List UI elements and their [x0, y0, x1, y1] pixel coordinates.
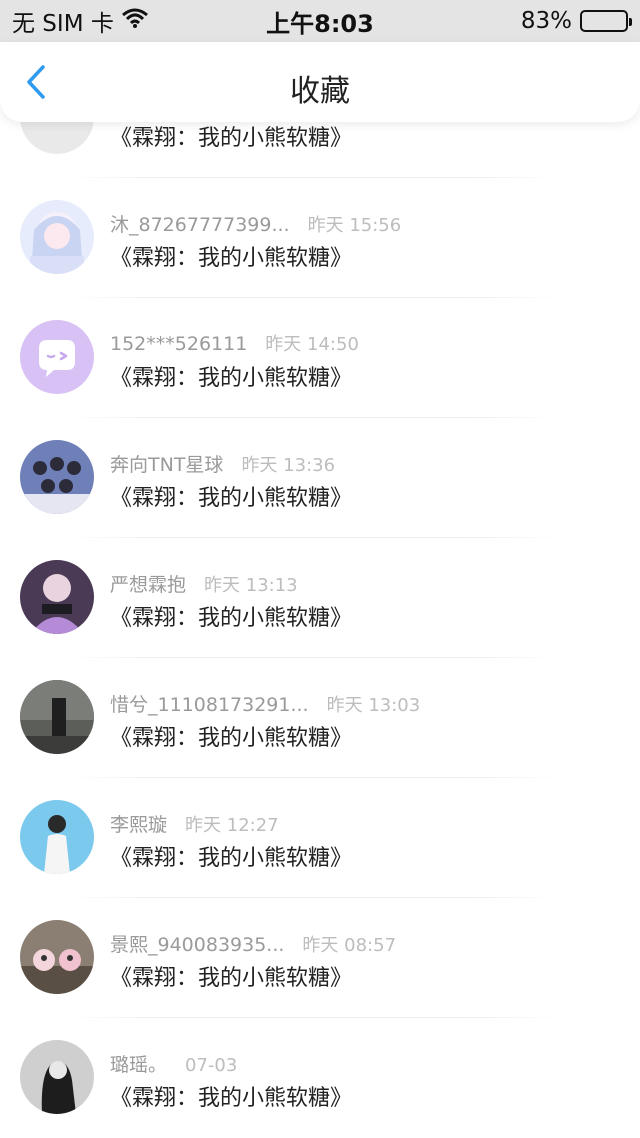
favorites-list: 《霖翔：我的小熊软糖》 沐_87267777399... 昨天 15:56 《霖… — [0, 58, 640, 1138]
user-name: 景熙_940083935... — [110, 934, 285, 956]
status-right: 83% — [520, 8, 632, 34]
item-meta: 璐瑶。 07-03 — [110, 1050, 237, 1077]
work-title: 《霖翔：我的小熊软糖》 — [110, 846, 353, 871]
wifi-icon — [121, 8, 148, 34]
navigation-bar: 收藏 — [0, 42, 640, 122]
user-name: 奔向TNT星球 — [110, 454, 224, 476]
list-item[interactable]: 152***526111 昨天 14:50 《霖翔：我的小熊软糖》 — [0, 298, 640, 418]
work-title: 《霖翔：我的小熊软糖》 — [110, 246, 353, 271]
avatar[interactable] — [20, 560, 94, 634]
work-title: 《霖翔：我的小熊软糖》 — [110, 486, 353, 511]
avatar[interactable] — [20, 800, 94, 874]
item-meta: 152***526111 昨天 14:50 — [110, 330, 359, 356]
timestamp: 昨天 08:57 — [302, 935, 397, 956]
timestamp: 昨天 14:50 — [265, 334, 359, 355]
work-title: 《霖翔：我的小熊软糖》 — [110, 1086, 353, 1111]
user-name: 璐瑶。 — [110, 1054, 168, 1076]
item-meta: 沐_87267777399... 昨天 15:56 — [110, 210, 401, 237]
work-title: 《霖翔：我的小熊软糖》 — [110, 366, 353, 391]
list-item[interactable]: 璐瑶。 07-03 《霖翔：我的小熊软糖》 — [0, 1018, 640, 1138]
timestamp: 昨天 12:27 — [185, 815, 279, 836]
avatar[interactable] — [20, 200, 94, 274]
work-title: 《霖翔：我的小熊软糖》 — [110, 606, 353, 631]
user-name: 李熙璇 — [110, 814, 168, 836]
battery-icon — [580, 10, 632, 32]
work-title: 《霖翔：我的小熊软糖》 — [110, 726, 353, 751]
work-title: 《霖翔：我的小熊软糖》 — [110, 966, 353, 991]
timestamp: 昨天 13:13 — [204, 575, 298, 596]
user-name: 严想霖抱 — [110, 574, 187, 596]
item-meta: 严想霖抱 昨天 13:13 — [110, 570, 298, 597]
item-meta: 惜兮_11108173291... 昨天 13:03 — [110, 690, 420, 717]
list-item[interactable]: 沐_87267777399... 昨天 15:56 《霖翔：我的小熊软糖》 — [0, 178, 640, 298]
list-item[interactable]: 奔向TNT星球 昨天 13:36 《霖翔：我的小熊软糖》 — [0, 418, 640, 538]
timestamp: 昨天 13:03 — [326, 695, 421, 716]
status-bar: 无 SIM 卡 上午8:03 83% — [0, 0, 640, 42]
timestamp: 昨天 13:36 — [241, 455, 336, 476]
battery-percent: 83% — [520, 8, 572, 34]
user-name: 惜兮_11108173291... — [110, 694, 309, 716]
timestamp: 昨天 15:56 — [307, 215, 402, 236]
user-name: 152***526111 — [110, 333, 248, 355]
avatar[interactable] — [20, 320, 94, 394]
work-title: 《霖翔：我的小熊软糖》 — [110, 126, 353, 151]
timestamp: 07-03 — [185, 1055, 238, 1076]
avatar[interactable] — [20, 1040, 94, 1114]
user-name: 沐_87267777399... — [110, 214, 290, 236]
list-item[interactable]: 景熙_940083935... 昨天 08:57 《霖翔：我的小熊软糖》 — [0, 898, 640, 1018]
list-item[interactable]: 李熙璇 昨天 12:27 《霖翔：我的小熊软糖》 — [0, 778, 640, 898]
item-meta: 李熙璇 昨天 12:27 — [110, 810, 279, 837]
status-left: 无 SIM 卡 — [12, 4, 148, 38]
page-title: 收藏 — [290, 74, 350, 109]
list-item[interactable]: 严想霖抱 昨天 13:13 《霖翔：我的小熊软糖》 — [0, 538, 640, 658]
carrier-label: 无 SIM 卡 — [12, 11, 114, 37]
avatar[interactable] — [20, 680, 94, 754]
avatar[interactable] — [20, 440, 94, 514]
avatar[interactable] — [20, 920, 94, 994]
list-item[interactable]: 惜兮_11108173291... 昨天 13:03 《霖翔：我的小熊软糖》 — [0, 658, 640, 778]
item-meta: 奔向TNT星球 昨天 13:36 — [110, 450, 335, 477]
item-meta: 景熙_940083935... 昨天 08:57 — [110, 930, 396, 957]
